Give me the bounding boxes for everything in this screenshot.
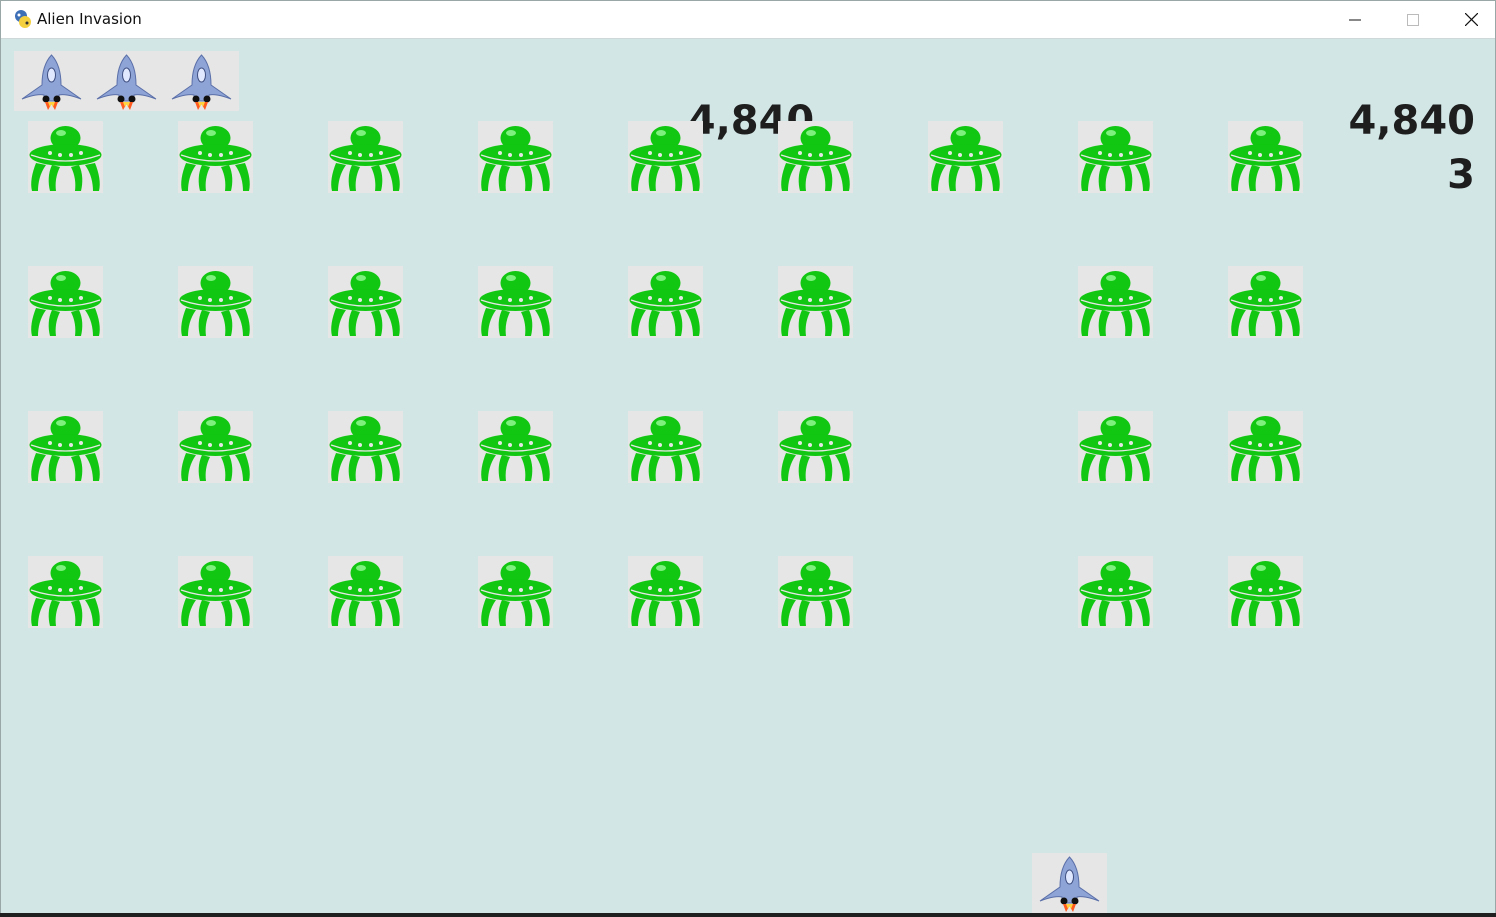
- alien-icon: [628, 266, 703, 338]
- alien-icon: [178, 121, 253, 193]
- alien-icon: [328, 266, 403, 338]
- alien-icon: [28, 121, 103, 193]
- alien-icon: [1078, 121, 1153, 193]
- alien-icon: [478, 411, 553, 483]
- player-ship-icon[interactable]: [1032, 853, 1107, 913]
- alien-icon: [1228, 556, 1303, 628]
- alien-icon: [328, 121, 403, 193]
- alien-icon: [178, 556, 253, 628]
- alien-icon: [1228, 121, 1303, 193]
- alien-icon: [928, 121, 1003, 193]
- ship-life-icon: [164, 51, 239, 111]
- alien-icon: [1228, 411, 1303, 483]
- alien-icon: [1078, 411, 1153, 483]
- alien-icon: [778, 411, 853, 483]
- alien-icon: [328, 411, 403, 483]
- taskbar-strip: [0, 913, 1496, 917]
- alien-icon: [28, 266, 103, 338]
- alien-icon: [1228, 266, 1303, 338]
- alien-icon: [628, 411, 703, 483]
- alien-icon: [28, 411, 103, 483]
- alien-icon: [328, 556, 403, 628]
- game-area[interactable]: 4,840 4,840 3: [1, 39, 1495, 913]
- close-button[interactable]: [1442, 1, 1496, 38]
- alien-icon: [478, 266, 553, 338]
- minimize-icon: [1349, 19, 1361, 20]
- window-title: Alien Invasion: [37, 10, 142, 28]
- alien-icon: [28, 556, 103, 628]
- alien-icon: [1078, 266, 1153, 338]
- alien-icon: [778, 556, 853, 628]
- ship-life-icon: [89, 51, 164, 111]
- alien-icon: [478, 121, 553, 193]
- alien-icon: [1078, 556, 1153, 628]
- alien-icon: [478, 556, 553, 628]
- alien-icon: [778, 121, 853, 193]
- title-bar[interactable]: Alien Invasion: [1, 1, 1495, 39]
- pygame-snake-icon: [15, 10, 31, 28]
- level: 3: [1447, 152, 1475, 198]
- close-icon: [1464, 13, 1478, 26]
- alien-icon: [178, 266, 253, 338]
- high-score: 4,840: [1348, 98, 1475, 144]
- game-window: Alien Invasion 4,840 4,840 3: [0, 0, 1496, 913]
- alien-icon: [778, 266, 853, 338]
- alien-icon: [628, 556, 703, 628]
- alien-icon: [628, 121, 703, 193]
- alien-icon: [178, 411, 253, 483]
- maximize-button[interactable]: [1384, 1, 1442, 38]
- maximize-icon: [1407, 13, 1419, 26]
- ship-life-icon: [14, 51, 89, 111]
- minimize-button[interactable]: [1326, 1, 1384, 38]
